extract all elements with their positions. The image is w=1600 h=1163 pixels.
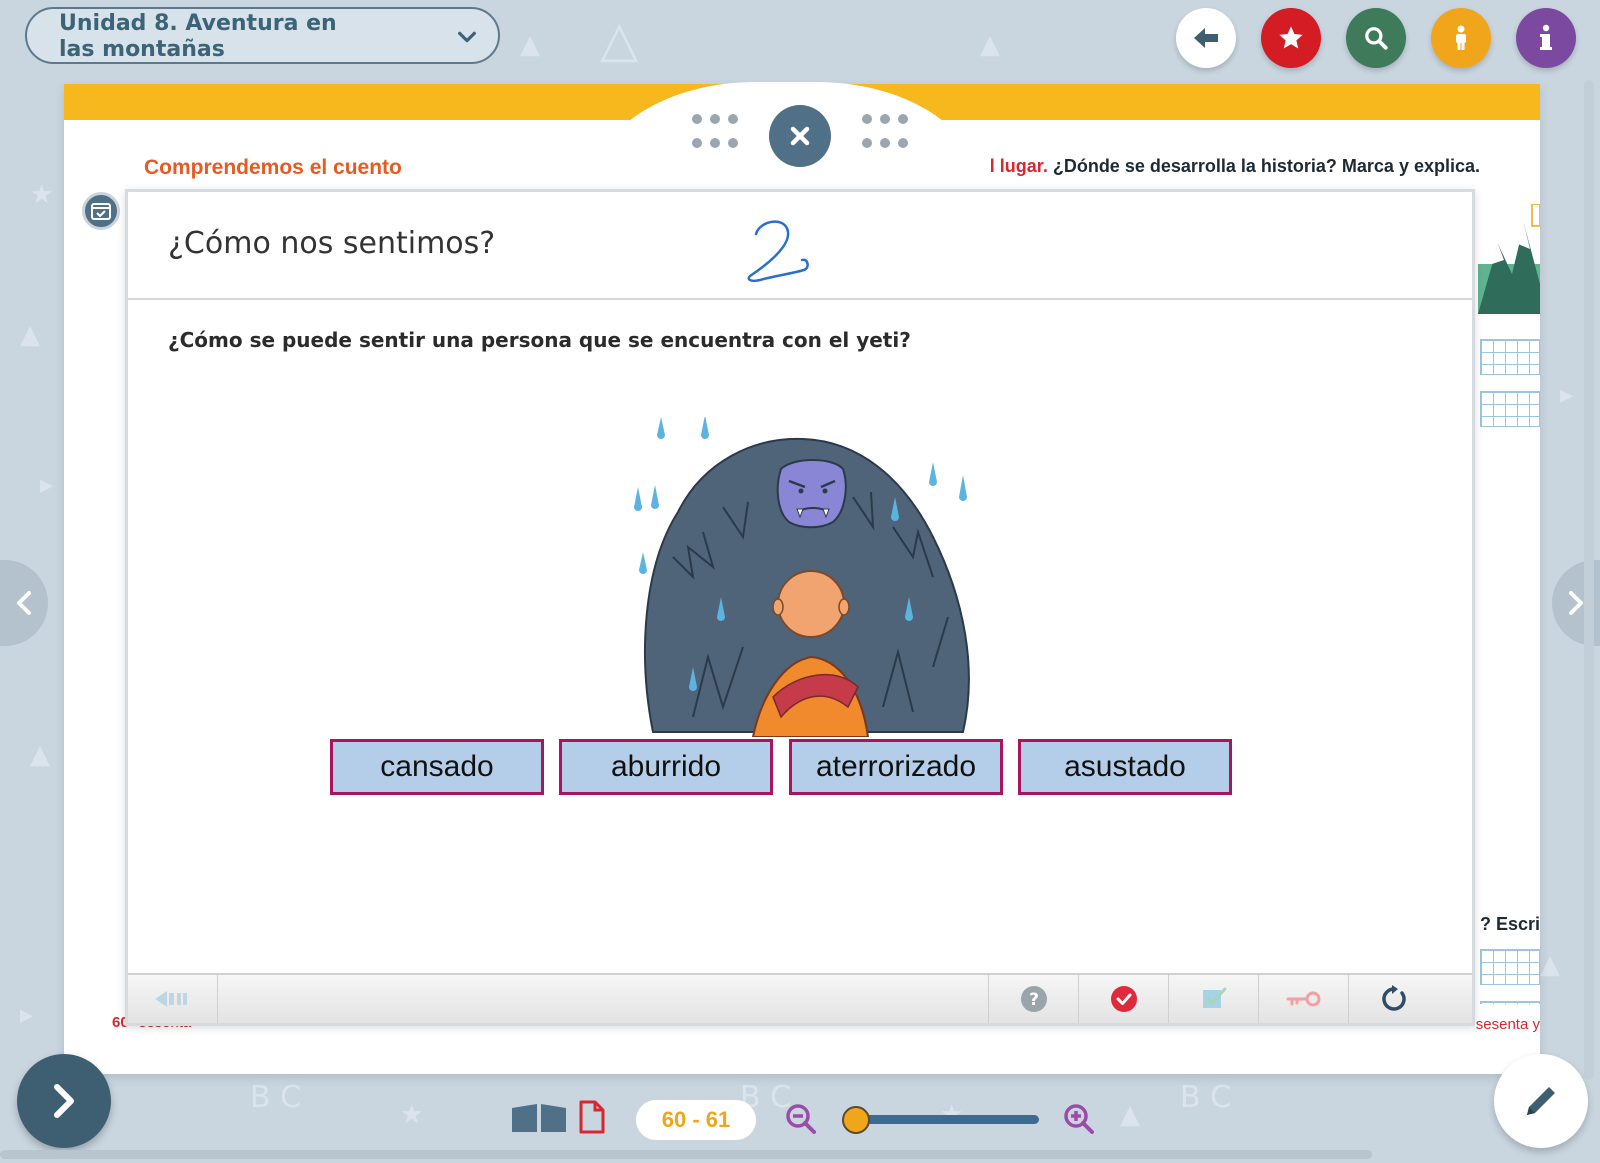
- checkbox-icon: [1202, 987, 1226, 1008]
- vertical-scrollbar[interactable]: [1584, 80, 1594, 1080]
- search-icon: [1365, 27, 1388, 50]
- page-range-indicator[interactable]: 60 - 61: [636, 1100, 756, 1140]
- zoom-slider-track[interactable]: [855, 1115, 1039, 1124]
- next-button[interactable]: [17, 1054, 111, 1148]
- single-page-view-icon[interactable]: [578, 1100, 606, 1134]
- back-audio-button[interactable]: [128, 975, 218, 1023]
- annotate-button[interactable]: [1494, 1054, 1588, 1148]
- info-icon: [1540, 24, 1552, 50]
- check-button[interactable]: [1078, 975, 1168, 1023]
- chevron-right-icon: [54, 1084, 74, 1118]
- activity-title: ¿Cómo nos sentimos?: [168, 226, 496, 261]
- right-page-number: sesenta y: [1475, 1016, 1540, 1033]
- activity-toolbar: ?: [128, 973, 1472, 1023]
- key-button[interactable]: [1258, 975, 1348, 1023]
- instruction-text: ¿Dónde se desarrolla la historia? Marca …: [1047, 156, 1480, 176]
- activity-marker-button[interactable]: [82, 192, 120, 230]
- zoom-in-icon[interactable]: [1062, 1102, 1096, 1136]
- unit-selector[interactable]: Unidad 8. Aventura en las montañas: [25, 7, 500, 64]
- svg-text:?: ?: [1029, 990, 1039, 1010]
- star-icon: [1279, 26, 1303, 49]
- writing-grid: [1480, 949, 1540, 985]
- show-answers-button[interactable]: [1168, 975, 1258, 1023]
- audio-back-icon: [154, 991, 187, 1007]
- chevron-down-icon: [458, 31, 476, 42]
- word-option-cansado[interactable]: cansado: [330, 739, 544, 795]
- reset-button[interactable]: [1348, 975, 1438, 1023]
- back-button[interactable]: [1176, 8, 1236, 68]
- writing-grid: [1480, 1001, 1540, 1004]
- instruction-red-text: l lugar.: [989, 156, 1048, 176]
- activity-question: ¿Cómo se puede sentir una persona que se…: [168, 328, 911, 352]
- word-option-asustado[interactable]: asustado: [1018, 739, 1232, 795]
- favorites-button[interactable]: [1261, 8, 1321, 68]
- right-page-snippet: ? Escrib: [1478, 204, 1540, 1004]
- person-icon: [1456, 25, 1466, 50]
- double-page-view-icon[interactable]: [510, 1102, 568, 1134]
- handwritten-mark: [747, 220, 809, 283]
- section-heading: Comprendemos el cuento: [144, 156, 402, 179]
- arrow-left-icon: [1194, 28, 1218, 48]
- help-button[interactable]: ?: [988, 975, 1078, 1023]
- activity-panel: ¿Cómo nos sentimos? ¿Cómo se puede senti…: [125, 189, 1475, 1026]
- accessibility-button[interactable]: [1431, 8, 1491, 68]
- drag-handle-icon[interactable]: [862, 114, 910, 156]
- chevron-left-icon: [17, 591, 31, 615]
- check-icon: [1110, 986, 1137, 1012]
- word-option-aburrido[interactable]: aburrido: [559, 739, 773, 795]
- calendar-check-icon: [91, 203, 111, 220]
- yeti-illustration: [634, 417, 970, 737]
- close-button[interactable]: [769, 105, 831, 167]
- writing-grid: [1480, 391, 1540, 427]
- chevron-right-icon: [1569, 591, 1583, 615]
- drag-handle-icon[interactable]: [692, 114, 740, 156]
- key-icon: [1286, 991, 1320, 1007]
- activity-header: ¿Cómo nos sentimos?: [128, 192, 1472, 300]
- writing-grid: [1480, 339, 1540, 375]
- right-page-instruction: l lugar. ¿Dónde se desarrolla la histori…: [990, 156, 1480, 177]
- right-page-question: ? Escrib: [1480, 914, 1540, 934]
- pencil-icon: [1527, 1087, 1555, 1115]
- search-button[interactable]: [1346, 8, 1406, 68]
- horizontal-scrollbar[interactable]: [0, 1150, 1372, 1159]
- help-icon: ?: [1020, 986, 1047, 1012]
- zoom-out-icon[interactable]: [784, 1102, 818, 1136]
- close-icon: [790, 126, 810, 146]
- reset-icon: [1381, 985, 1406, 1011]
- info-button[interactable]: [1516, 8, 1576, 68]
- unit-title: Unidad 8. Aventura en las montañas: [59, 10, 337, 62]
- zoom-slider-handle[interactable]: [842, 1106, 870, 1134]
- mountain-illustration: [1478, 204, 1540, 314]
- word-option-aterrorizado[interactable]: aterrorizado: [789, 739, 1003, 795]
